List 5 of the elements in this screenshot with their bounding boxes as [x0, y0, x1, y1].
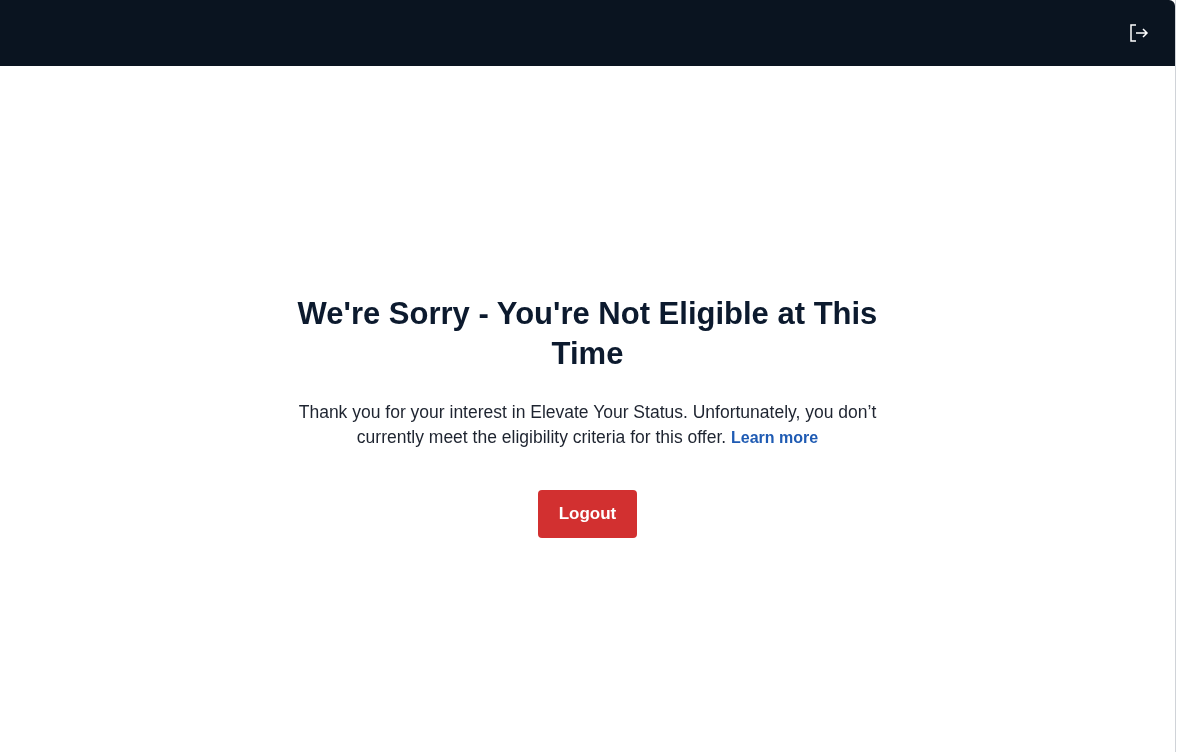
learn-more-link[interactable]: Learn more: [731, 429, 819, 446]
message-text: Thank you for your interest in Elevate Your Status. Unfortunately, you don’t currently meet the eligibility criteria for this offer. Learn more: [297, 401, 878, 449]
logout-button[interactable]: Logout: [537, 490, 638, 538]
page-title: We're Sorry - You're Not Eligible at This Time: [296, 295, 879, 373]
logout-icon[interactable]: [1129, 23, 1149, 43]
